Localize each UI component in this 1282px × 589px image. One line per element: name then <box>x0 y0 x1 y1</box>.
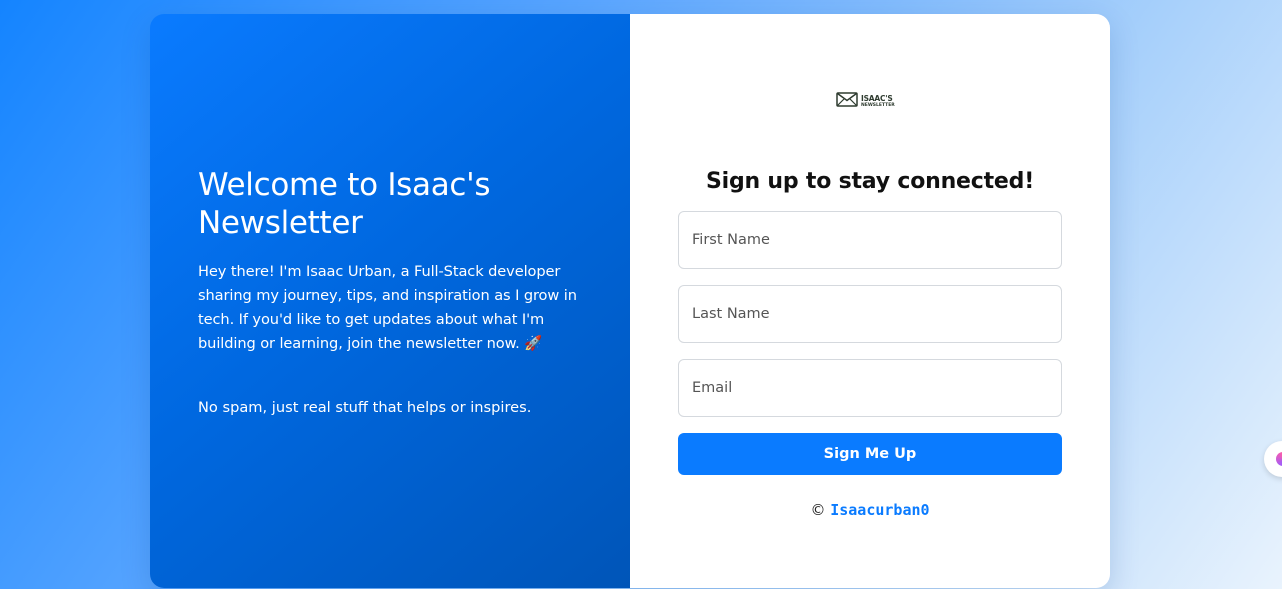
form-title: Sign up to stay connected! <box>705 169 1035 194</box>
no-spam-note: No spam, just real stuff that helps or i… <box>198 399 532 416</box>
copyright-symbol: © <box>810 501 826 519</box>
extension-widget[interactable] <box>1264 441 1282 477</box>
logo-line2: NEWSLETTER <box>861 102 895 108</box>
first-name-input[interactable] <box>678 211 1062 269</box>
welcome-title: Welcome to Isaac's Newsletter <box>198 167 491 241</box>
form-panel: ISAAC'S NEWSLETTER Sign up to stay conne… <box>630 14 1110 588</box>
author-link[interactable]: Isaacurban0 <box>830 501 929 519</box>
footer-credit: © Isaacurban0 <box>630 501 1110 519</box>
welcome-panel: Welcome to Isaac's Newsletter Hey there!… <box>150 14 630 588</box>
extension-orb-icon <box>1276 452 1282 466</box>
envelope-icon <box>836 92 858 111</box>
email-input[interactable] <box>678 359 1062 417</box>
welcome-intro: Hey there! I'm Isaac Urban, a Full-Stack… <box>198 263 577 352</box>
logo-line1: ISAAC'S <box>861 94 893 103</box>
newsletter-logo: ISAAC'S NEWSLETTER <box>836 92 895 111</box>
sign-me-up-button[interactable]: Sign Me Up <box>678 433 1062 475</box>
logo-wordmark: ISAAC'S NEWSLETTER <box>861 95 895 108</box>
signup-card: Welcome to Isaac's Newsletter Hey there!… <box>150 14 1110 588</box>
last-name-input[interactable] <box>678 285 1062 343</box>
